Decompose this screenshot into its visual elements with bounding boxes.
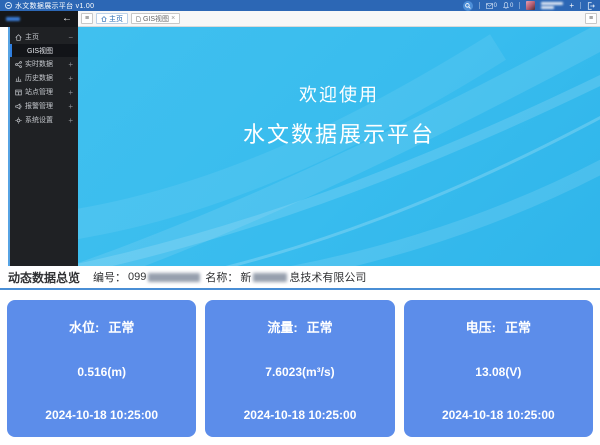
card-title: 水位: 正常 (69, 317, 134, 336)
user-avatar[interactable] (526, 1, 535, 10)
left-gutter (0, 27, 10, 266)
user-name-line2 (541, 6, 554, 9)
search-icon (465, 3, 471, 9)
expand-icon: + (68, 60, 73, 69)
expand-icon: + (68, 88, 73, 97)
alerts-count: 0 (510, 3, 513, 9)
station-code-field: 编号： 099 (93, 269, 200, 285)
card-value: 13.08(V) (475, 365, 521, 379)
tab-home[interactable]: 主页 (96, 13, 128, 24)
sidebar-subitem-label: GIS视图 (27, 46, 53, 56)
home-icon (15, 34, 22, 41)
back-arrow-button[interactable]: ← (62, 14, 72, 24)
tab-bar: ≡ 主页 GIS视图 × ≡ (78, 11, 600, 27)
card-title: 流量: 正常 (267, 317, 332, 336)
sidebar-item-alarm-manage[interactable]: 报警管理 + (10, 99, 78, 113)
expand-icon: + (68, 74, 73, 83)
bullhorn-icon (15, 103, 22, 110)
name-suffix: 息技术有限公司 (289, 269, 366, 285)
bell-icon (503, 2, 509, 9)
logout-icon[interactable] (587, 2, 595, 10)
sidebar-item-label: 历史数据 (25, 73, 53, 83)
app-logo-icon (5, 2, 12, 9)
sidebar-item-realtime-data[interactable]: 实时数据 + (10, 57, 78, 71)
water-level-card: 水位: 正常 0.516(m) 2024-10-18 10:25:00 (7, 300, 196, 437)
welcome-line1: 欢迎使用 (299, 81, 379, 107)
titlebar: 水文数据展示平台 v1.00 0 0 (0, 0, 600, 11)
status-badge: 正常 (108, 320, 134, 335)
tab-row: ← ≡ 主页 GIS视图 × ≡ (0, 11, 600, 27)
welcome-text: 欢迎使用 水文数据展示平台 (78, 27, 600, 234)
app-title: 水文数据展示平台 v1.00 (15, 1, 94, 11)
sidebar-item-station-manage[interactable]: 站点管理 + (10, 85, 78, 99)
tab-home-label: 主页 (109, 14, 123, 24)
voltage-card: 电压: 正常 13.08(V) 2024-10-18 10:25:00 (404, 300, 593, 437)
user-name-redacted[interactable] (541, 2, 563, 9)
tab-options-button[interactable]: ≡ (585, 13, 597, 24)
status-badge: 正常 (307, 320, 333, 335)
home-icon (101, 16, 107, 22)
welcome-panel: 欢迎使用 水文数据展示平台 (78, 27, 600, 266)
user-menu-expander[interactable]: + (569, 2, 574, 10)
welcome-line2: 水文数据展示平台 (243, 117, 435, 149)
envelope-icon (486, 3, 493, 9)
expand-icon: + (68, 116, 73, 125)
data-cards: 水位: 正常 0.516(m) 2024-10-18 10:25:00 流量: 正常… (0, 290, 600, 437)
user-name-line1 (541, 2, 563, 5)
sidebar-item-history-data[interactable]: 历史数据 + (10, 71, 78, 85)
card-title: 电压: 正常 (466, 317, 531, 336)
sidebar: 主页 − GIS视图 实时数据 + 历史数据 (10, 27, 78, 266)
card-label: 电压: (466, 320, 496, 335)
name-label: 名称： (205, 269, 238, 285)
table-grid-icon (15, 89, 22, 96)
body-row: 主页 − GIS视图 实时数据 + 历史数据 (0, 27, 600, 266)
collapse-icon: − (68, 33, 73, 42)
card-label: 水位: (69, 320, 99, 335)
alerts-button[interactable]: 0 (503, 2, 513, 9)
document-icon (136, 16, 141, 22)
expand-icon: + (68, 102, 73, 111)
messages-count: 0 (494, 3, 497, 9)
gear-icon (15, 117, 22, 124)
sidebar-item-label: 系统设置 (25, 115, 53, 125)
sidebar-header-redacted-text (6, 17, 20, 21)
sidebar-item-label: 实时数据 (25, 59, 53, 69)
card-timestamp: 2024-10-18 10:25:00 (45, 408, 158, 422)
messages-button[interactable]: 0 (486, 3, 497, 9)
divider (479, 2, 480, 9)
overview-title: 动态数据总览 (8, 269, 80, 286)
name-prefix: 新 (240, 269, 251, 285)
tab-gis-label: GIS视图 (143, 14, 169, 24)
sidebar-item-label: 主页 (25, 32, 39, 42)
tab-close-icon[interactable]: × (171, 15, 175, 22)
titlebar-actions: 0 0 + (463, 1, 595, 11)
station-name-field: 名称： 新 息技术有限公司 (205, 269, 366, 285)
card-label: 流量: (267, 320, 297, 335)
card-timestamp: 2024-10-18 10:25:00 (244, 408, 357, 422)
code-value-visible: 099 (128, 271, 146, 283)
divider (519, 2, 520, 9)
sidebar-item-home[interactable]: 主页 − (10, 30, 78, 44)
code-label: 编号： (93, 269, 126, 285)
tab-gis-view[interactable]: GIS视图 × (131, 13, 180, 24)
tab-menu-button[interactable]: ≡ (81, 13, 93, 24)
sidebar-item-system-settings[interactable]: 系统设置 + (10, 113, 78, 127)
status-badge: 正常 (505, 320, 531, 335)
card-timestamp: 2024-10-18 10:25:00 (442, 408, 555, 422)
sidebar-item-label: 报警管理 (25, 101, 53, 111)
search-button[interactable] (463, 1, 473, 11)
overview-bar: 动态数据总览 编号： 099 名称： 新 息技术有限公司 (0, 266, 600, 290)
flow-card: 流量: 正常 7.6023(m³/s) 2024-10-18 10:25:00 (205, 300, 394, 437)
share-nodes-icon (15, 61, 22, 68)
sidebar-subitem-gis-view[interactable]: GIS视图 (10, 44, 78, 57)
divider (580, 2, 581, 9)
sidebar-item-label: 站点管理 (25, 87, 53, 97)
code-value-redacted (148, 273, 200, 282)
card-value: 0.516(m) (77, 365, 126, 379)
card-value: 7.6023(m³/s) (265, 365, 334, 379)
sidebar-header: ← (0, 11, 78, 27)
bar-chart-icon (15, 75, 22, 82)
name-redacted (253, 273, 287, 282)
